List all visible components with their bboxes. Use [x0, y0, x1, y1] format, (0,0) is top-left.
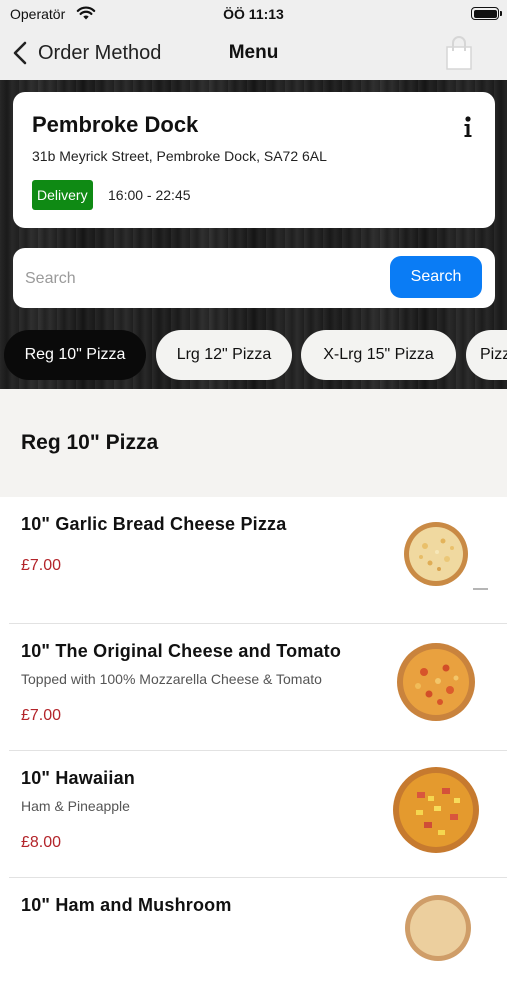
back-button-label: Order Method	[38, 41, 162, 64]
divider-mark	[473, 588, 488, 590]
item-description: Topped with 100% Mozzarella Cheese & Tom…	[21, 671, 322, 687]
cheese-tomato-pizza-image	[397, 643, 475, 721]
info-icon[interactable]	[463, 116, 473, 138]
opening-hours: 16:00 - 22:45	[108, 187, 191, 203]
shopping-bag-icon[interactable]	[445, 35, 473, 71]
garlic-bread-pizza-image	[404, 522, 468, 586]
pizza-image	[405, 895, 471, 961]
menu-item[interactable]: 10" Hawaiian Ham & Pineapple £8.00	[0, 751, 507, 878]
item-description: Ham & Pineapple	[21, 798, 130, 814]
item-price: £7.00	[21, 557, 62, 574]
navigation-bar: Order Method Menu	[0, 28, 507, 80]
tab-pizza-more[interactable]: Pizz	[466, 330, 507, 380]
tab-x-lrg-15-pizza[interactable]: X-Lrg 15" Pizza	[301, 330, 456, 380]
item-name: 10" The Original Cheese and Tomato	[21, 641, 342, 661]
store-card: Pembroke Dock 31b Meyrick Street, Pembro…	[13, 92, 495, 228]
search-input[interactable]	[23, 258, 387, 300]
item-name: 10" Hawaiian	[21, 768, 135, 788]
section-title: Reg 10" Pizza	[21, 431, 159, 454]
item-price: £7.00	[21, 707, 62, 724]
hawaiian-pizza-image	[393, 767, 479, 853]
chevron-left-icon	[13, 41, 27, 65]
category-tabs: Reg 10" Pizza Lrg 12" Pizza X-Lrg 15" Pi…	[0, 330, 507, 380]
search-bar: Search	[13, 248, 495, 308]
delivery-badge: Delivery	[32, 180, 93, 210]
menu-item[interactable]: 10" The Original Cheese and Tomato Toppe…	[0, 624, 507, 751]
status-bar: Operatör ÖÖ 11:13	[0, 0, 507, 28]
section-header: Reg 10" Pizza	[0, 389, 507, 497]
item-name: 10" Garlic Bread Cheese Pizza	[21, 514, 287, 534]
battery-icon	[471, 7, 502, 20]
clock: ÖÖ 11:13	[223, 6, 284, 22]
menu-item[interactable]: 10" Ham and Mushroom	[0, 878, 507, 1005]
back-button[interactable]: Order Method	[12, 38, 161, 68]
store-name: Pembroke Dock	[32, 112, 199, 137]
item-price: £8.00	[21, 834, 62, 851]
tab-lrg-12-pizza[interactable]: Lrg 12" Pizza	[156, 330, 292, 380]
menu-item[interactable]: 10" Garlic Bread Cheese Pizza £7.00	[0, 497, 507, 624]
store-address: 31b Meyrick Street, Pembroke Dock, SA72 …	[32, 148, 327, 164]
search-button[interactable]: Search	[390, 256, 482, 298]
item-name: 10" Ham and Mushroom	[21, 895, 232, 915]
tab-reg-10-pizza[interactable]: Reg 10" Pizza	[4, 330, 146, 380]
